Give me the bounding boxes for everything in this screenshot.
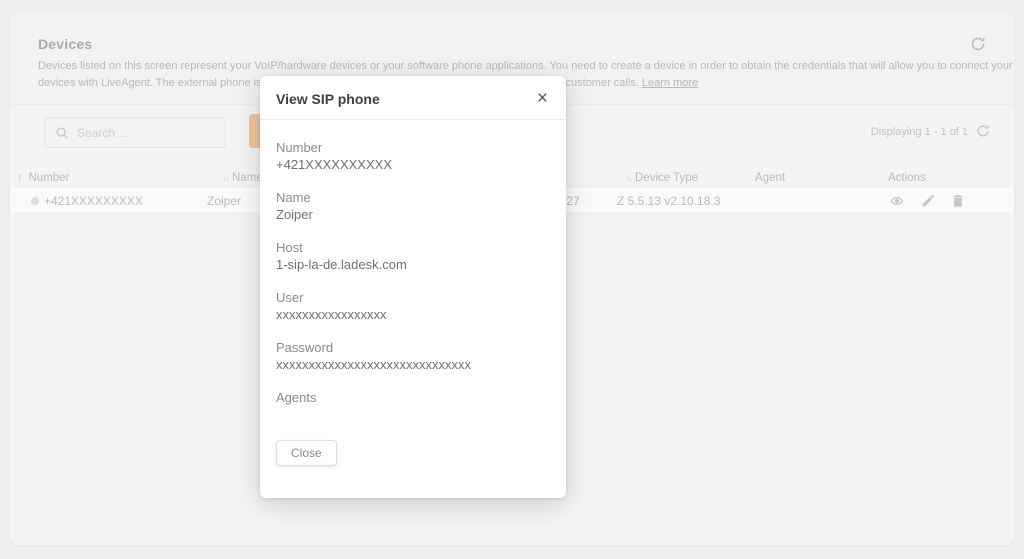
field-value	[276, 407, 550, 423]
field-label: Host	[276, 240, 550, 256]
field-label: Password	[276, 340, 550, 356]
field-label: Agents	[276, 390, 550, 406]
field-value: +421XXXXXXXXXX	[276, 157, 550, 173]
field-label: User	[276, 290, 550, 306]
field-value: Zoiper	[276, 207, 550, 223]
field-host: Host 1-sip-la-de.ladesk.com	[276, 240, 550, 273]
field-name: Name Zoiper	[276, 190, 550, 223]
field-label: Number	[276, 140, 550, 156]
view-sip-phone-dialog: View SIP phone × Number +421XXXXXXXXXX N…	[260, 76, 566, 498]
dialog-footer: Close	[276, 440, 337, 466]
field-value: xxxxxxxxxxxxxxxxxxxxxxxxxxxxxx	[276, 357, 550, 373]
devices-page: Devices Devices listed on this screen re…	[0, 0, 1024, 559]
dialog-title: View SIP phone	[276, 91, 380, 107]
field-number: Number +421XXXXXXXXXX	[276, 140, 550, 173]
field-label: Name	[276, 190, 550, 206]
field-value: 1-sip-la-de.ladesk.com	[276, 257, 550, 273]
field-password: Password xxxxxxxxxxxxxxxxxxxxxxxxxxxxxx	[276, 340, 550, 373]
dialog-header: View SIP phone ×	[260, 76, 566, 120]
dialog-body: Number +421XXXXXXXXXX Name Zoiper Host 1…	[260, 120, 566, 423]
field-user: User xxxxxxxxxxxxxxxxx	[276, 290, 550, 323]
close-button[interactable]: Close	[276, 440, 337, 466]
field-agents: Agents	[276, 390, 550, 423]
close-icon[interactable]: ×	[533, 87, 552, 110]
field-value: xxxxxxxxxxxxxxxxx	[276, 307, 550, 323]
